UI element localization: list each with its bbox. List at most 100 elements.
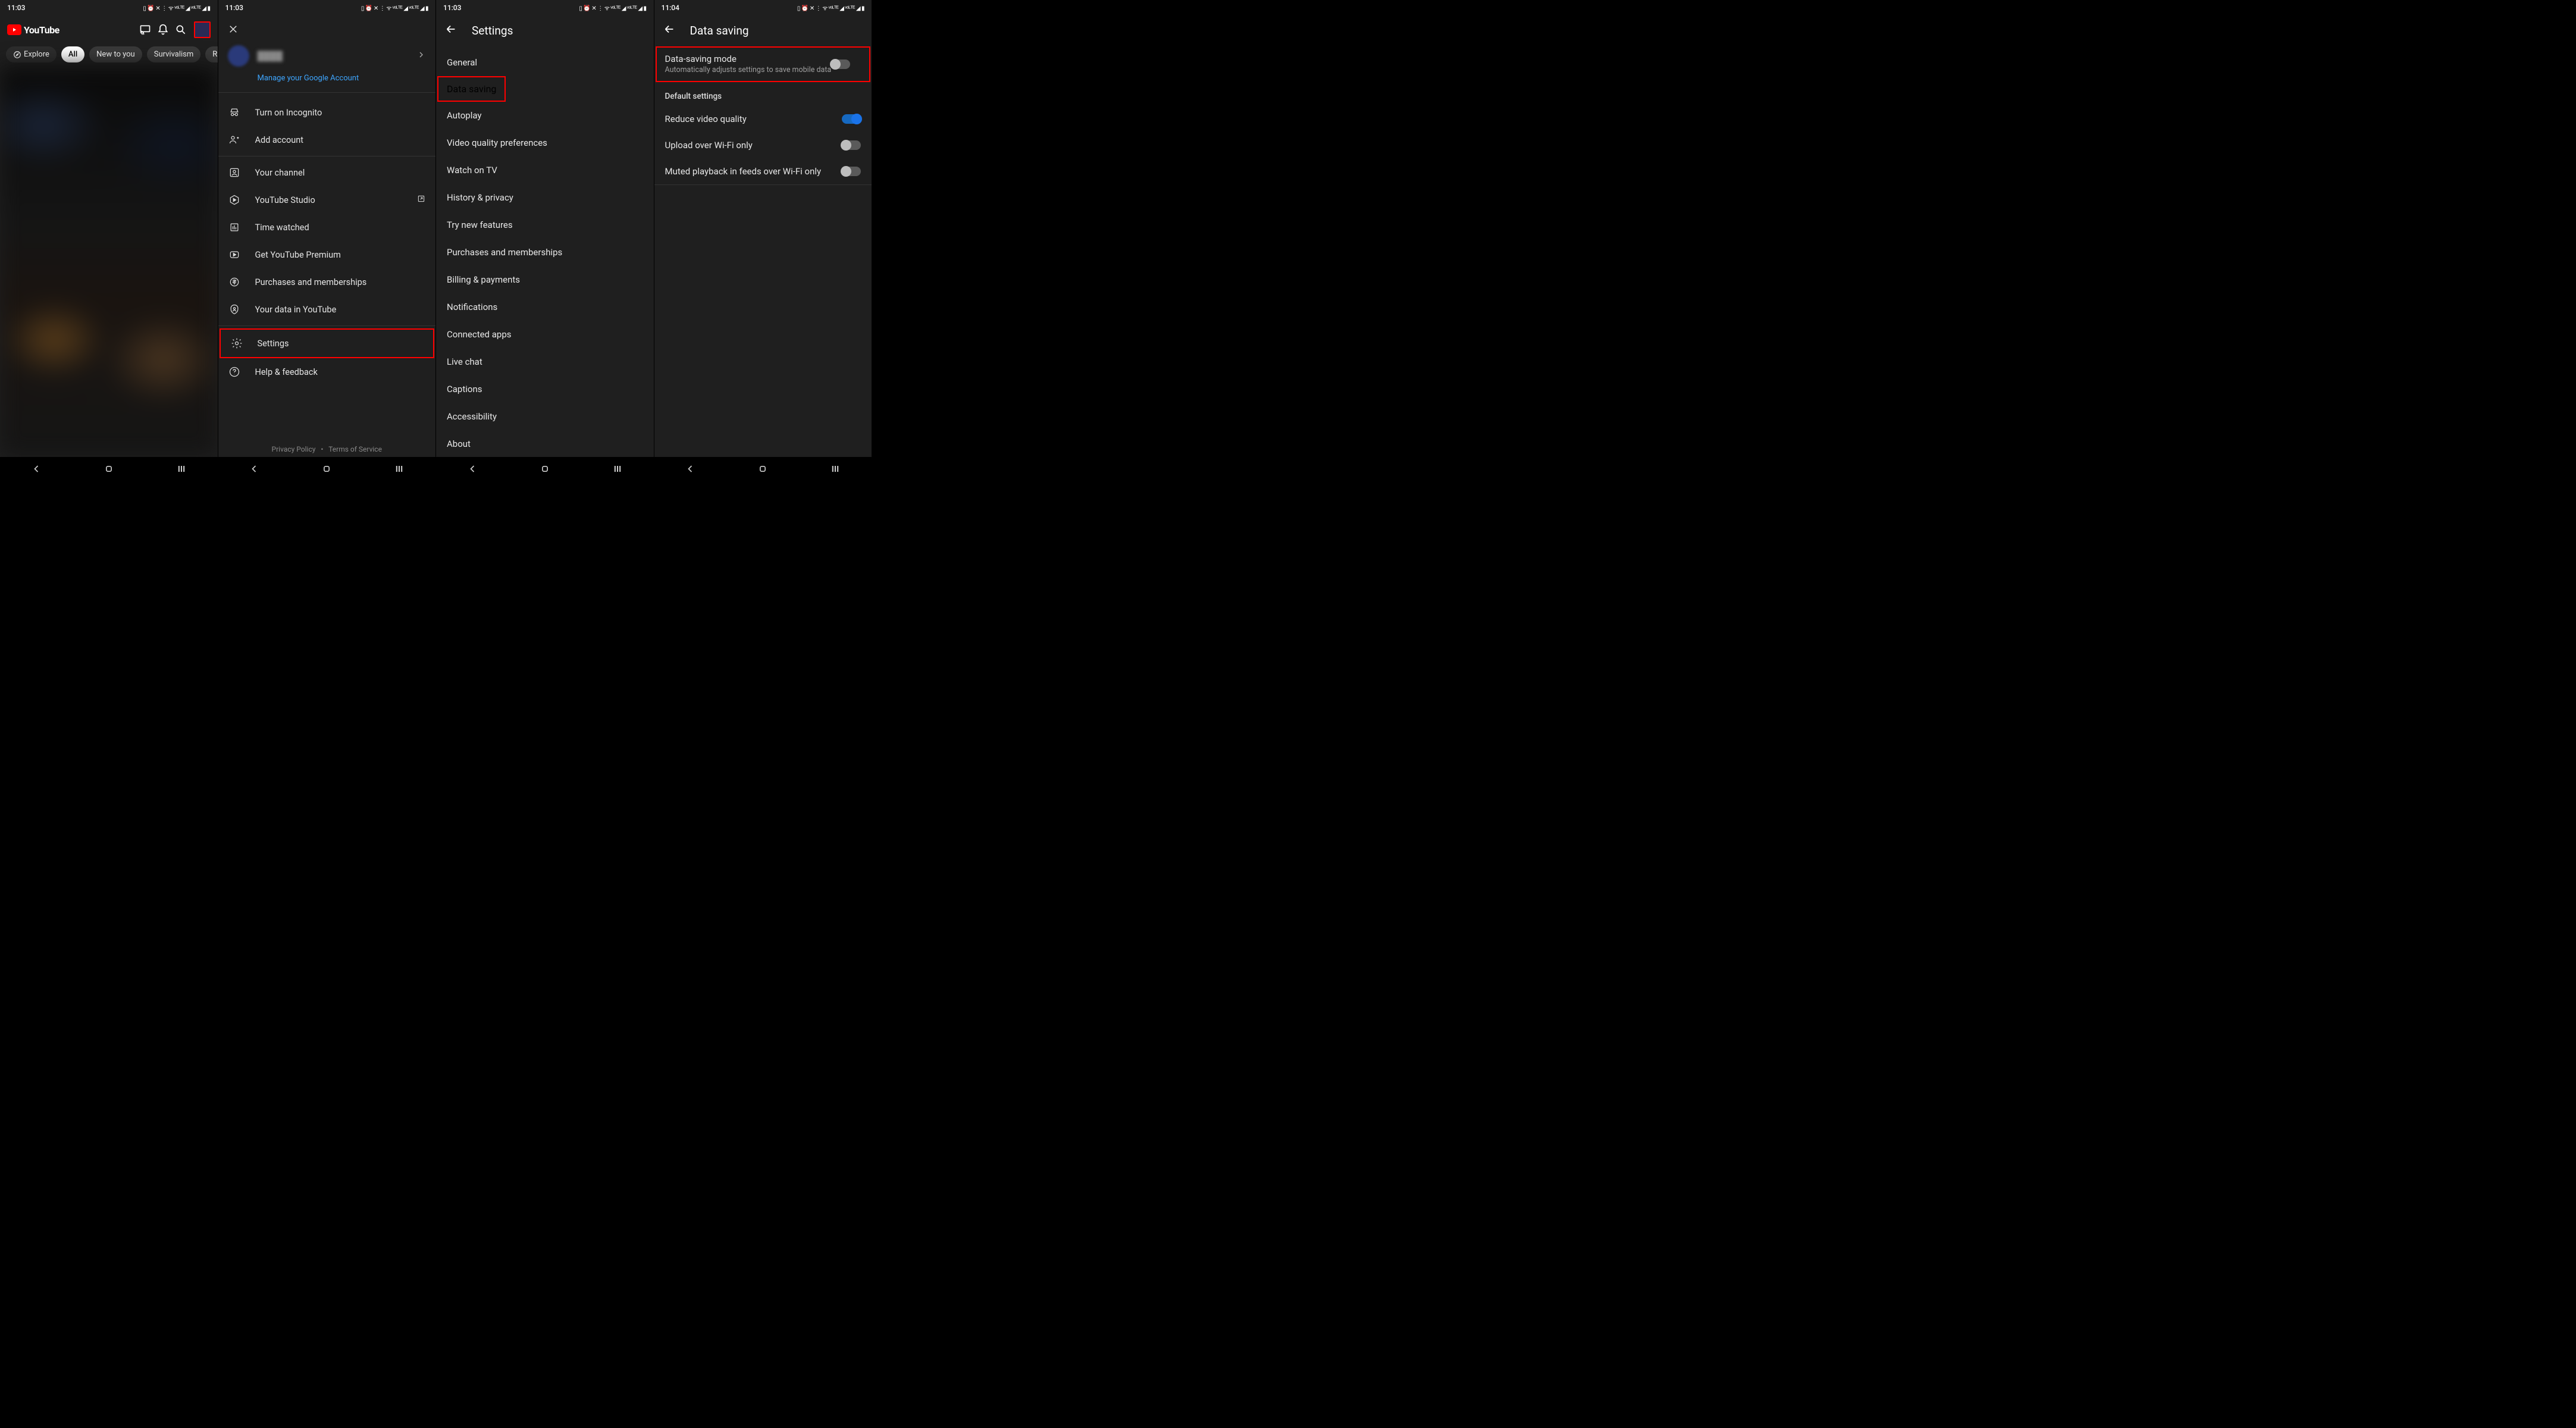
tos-link[interactable]: Terms of Service [328, 445, 382, 453]
data-saving-mode-toggle[interactable] [831, 60, 850, 69]
nav-recents-icon[interactable] [829, 463, 841, 477]
privacy-link[interactable]: Privacy Policy [272, 445, 316, 453]
muted-playback-wifi-item[interactable]: Muted playback in feeds over Wi-Fi only [654, 158, 872, 184]
data-saving-list: Data-saving mode Automatically adjusts s… [654, 46, 872, 185]
youtube-wordmark: YouTube [24, 24, 59, 36]
panel-youtube-home: 11:03 ▯ ⏰ ✕ ⋮ ᯤ ᵛᵒᴸᵀᴱ ◢ ᵛᵒᴸᵀᴱ ◢ ▮ YouTub… [0, 0, 218, 483]
status-icons: ▯ ⏰ ✕ ⋮ ᯤ ᵛᵒᴸᵀᴱ ◢ ᵛᵒᴸᵀᴱ ◢ ▮ [579, 4, 646, 12]
settings-billing[interactable]: Billing & payments [436, 266, 654, 293]
nav-back-icon[interactable] [30, 463, 42, 477]
help-icon [228, 365, 241, 378]
muted-playback-wifi-toggle[interactable] [842, 167, 861, 176]
menu-your-data[interactable]: Your data in YouTube [218, 296, 436, 323]
menu-incognito[interactable]: Turn on Incognito [218, 99, 436, 126]
nav-bar [436, 457, 654, 483]
menu-your-channel[interactable]: Your channel [218, 159, 436, 186]
panel-settings: 11:03 ▯ ⏰ ✕ ⋮ ᯤ ᵛᵒᴸᵀᴱ ◢ ᵛᵒᴸᵀᴱ ◢ ▮ Settin… [436, 0, 654, 483]
status-time: 11:04 [662, 4, 679, 12]
add-account-icon [228, 133, 241, 146]
menu-add-account[interactable]: Add account [218, 126, 436, 154]
statusbar: 11:03 ▯ ⏰ ✕ ⋮ ᯤ ᵛᵒᴸᵀᴱ ◢ ᵛᵒᴸᵀᴱ ◢ ▮ [218, 0, 436, 15]
reduce-video-quality-toggle[interactable] [842, 114, 861, 124]
settings-autoplay[interactable]: Autoplay [436, 102, 654, 129]
studio-icon [228, 193, 241, 206]
incognito-icon [228, 106, 241, 119]
settings-about[interactable]: About [436, 430, 654, 458]
nav-back-icon[interactable] [684, 463, 696, 477]
nav-back-icon[interactable] [466, 463, 478, 477]
data-saving-mode-title: Data-saving mode [665, 54, 832, 64]
chip-new-to-you[interactable]: New to you [89, 46, 142, 62]
upload-wifi-only-item[interactable]: Upload over Wi-Fi only [654, 132, 872, 158]
menu-premium[interactable]: Get YouTube Premium [218, 241, 436, 268]
nav-home-icon[interactable] [539, 463, 551, 477]
menu-youtube-studio[interactable]: YouTube Studio [218, 186, 436, 214]
divider [654, 184, 872, 185]
nav-home-icon[interactable] [103, 463, 115, 477]
nav-bar [0, 457, 218, 483]
search-icon[interactable] [174, 23, 188, 37]
back-arrow-icon[interactable] [663, 23, 676, 38]
settings-data-saving[interactable]: Data saving [436, 76, 654, 102]
settings-video-quality[interactable]: Video quality preferences [436, 129, 654, 156]
settings-accessibility[interactable]: Accessibility [436, 403, 654, 430]
menu-help[interactable]: Help & feedback [218, 358, 436, 386]
chip-all[interactable]: All [61, 46, 84, 62]
chevron-right-icon [416, 50, 426, 62]
upload-wifi-only-toggle[interactable] [842, 140, 861, 150]
nav-back-icon[interactable] [248, 463, 260, 477]
external-link-icon [416, 194, 426, 206]
cast-icon[interactable] [138, 23, 152, 37]
nav-recents-icon[interactable] [176, 463, 187, 477]
youtube-logo[interactable]: YouTube [7, 24, 134, 36]
settings-general[interactable]: General [436, 49, 654, 76]
reduce-video-quality-item[interactable]: Reduce video quality [654, 106, 872, 132]
settings-history[interactable]: History & privacy [436, 184, 654, 211]
nav-bar [654, 457, 872, 483]
account-header[interactable]: ████ [218, 45, 436, 71]
settings-live-chat[interactable]: Live chat [436, 348, 654, 375]
settings-watch-tv[interactable]: Watch on TV [436, 156, 654, 184]
chip-row: Explore All New to you Survivalism Ru [0, 44, 218, 67]
dot: • [321, 445, 323, 453]
account-menu-list: Turn on Incognito Add account Your chann… [218, 95, 436, 386]
footer-links: Privacy Policy • Terms of Service [218, 445, 436, 453]
settings-captions[interactable]: Captions [436, 375, 654, 403]
section-default-settings: Default settings [654, 83, 872, 106]
status-time: 11:03 [225, 4, 243, 12]
account-avatar [228, 45, 249, 67]
status-icons: ▯ ⏰ ✕ ⋮ ᯤ ᵛᵒᴸᵀᴱ ◢ ᵛᵒᴸᵀᴱ ◢ ▮ [143, 4, 210, 12]
avatar-button[interactable] [194, 21, 211, 38]
purchases-icon [228, 275, 241, 289]
menu-time-watched[interactable]: Time watched [218, 214, 436, 241]
menu-settings[interactable]: Settings [220, 328, 435, 358]
data-saving-header: Data saving [654, 15, 872, 45]
data-saving-title: Data saving [690, 24, 749, 37]
status-icons: ▯ ⏰ ✕ ⋮ ᯤ ᵛᵒᴸᵀᴱ ◢ ᵛᵒᴸᵀᴱ ◢ ▮ [361, 4, 428, 12]
nav-home-icon[interactable] [757, 463, 769, 477]
menu-purchases[interactable]: Purchases and memberships [218, 268, 436, 296]
data-icon [228, 303, 241, 316]
status-time: 11:03 [7, 4, 25, 12]
nav-recents-icon[interactable] [393, 463, 405, 477]
settings-try-new[interactable]: Try new features [436, 211, 654, 239]
notifications-icon[interactable] [156, 23, 170, 37]
settings-connected[interactable]: Connected apps [436, 321, 654, 348]
nav-home-icon[interactable] [321, 463, 333, 477]
nav-recents-icon[interactable] [612, 463, 623, 477]
settings-purchases[interactable]: Purchases and memberships [436, 239, 654, 266]
back-arrow-icon[interactable] [444, 23, 457, 38]
manage-google-account-link[interactable]: Manage your Google Account [218, 71, 436, 90]
divider [218, 325, 436, 326]
settings-title: Settings [472, 24, 513, 37]
time-watched-icon [228, 221, 241, 234]
statusbar: 11:04 ▯ ⏰ ✕ ⋮ ᯤ ᵛᵒᴸᵀᴱ ◢ ᵛᵒᴸᵀᴱ ◢ ▮ [654, 0, 872, 15]
chip-truncated[interactable]: Ru [205, 46, 217, 62]
divider [218, 92, 436, 93]
close-button[interactable] [218, 15, 436, 45]
data-saving-mode-item[interactable]: Data-saving mode Automatically adjusts s… [656, 46, 871, 82]
settings-notifications[interactable]: Notifications [436, 293, 654, 321]
chip-explore[interactable]: Explore [6, 46, 57, 62]
statusbar: 11:03 ▯ ⏰ ✕ ⋮ ᯤ ᵛᵒᴸᵀᴱ ◢ ᵛᵒᴸᵀᴱ ◢ ▮ [436, 0, 654, 15]
chip-survivalism[interactable]: Survivalism [147, 46, 201, 62]
